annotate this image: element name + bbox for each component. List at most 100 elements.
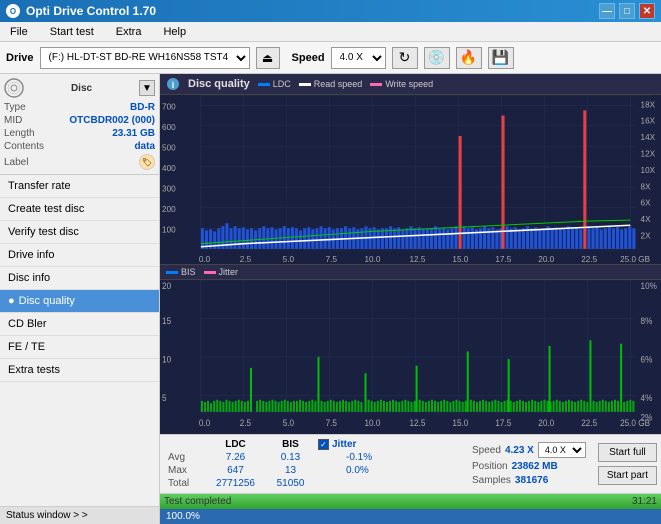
disc-section-label: Disc [71,83,92,94]
svg-text:12.5: 12.5 [409,418,425,428]
refresh-button[interactable]: ↻ [392,47,418,69]
speed-label: Speed [292,52,325,64]
jitter-checkbox[interactable]: ✓ [318,439,329,450]
menu-help[interactable]: Help [157,24,192,40]
minimize-button[interactable]: — [599,3,615,19]
avg-label: Avg [168,452,208,463]
ldc-color-swatch [258,83,270,86]
status-window-button[interactable]: Status window > > [0,506,159,524]
drive-label: Drive [6,52,34,64]
disc-info-panel: Disc ▼ Type BD-R MID OTCBDR002 (000) Len… [0,74,159,175]
disc-contents-row: Contents data [4,141,155,152]
length-value: 23.31 GB [112,128,155,139]
speed-stat-value: 4.23 X [505,445,534,456]
svg-text:5.0: 5.0 [283,418,295,428]
drive-select[interactable]: (F:) HL-DT-ST BD-RE WH16NS58 TST4 [40,47,250,69]
svg-text:7.5: 7.5 [326,418,338,428]
nav-extra-tests[interactable]: Extra tests [0,359,159,382]
title-bar: O Opti Drive Control 1.70 — □ ✕ [0,0,661,22]
speed-select[interactable]: 4.0 X [331,47,386,69]
disc-icon-btn[interactable]: 💿 [424,47,450,69]
samples-value: 381676 [515,475,548,486]
charts-container: 700 600 500 400 300 200 100 18X 16X 14X … [160,95,661,524]
speed-select-control[interactable]: 4.0 X [538,442,586,458]
svg-text:700: 700 [162,102,176,111]
maximize-button[interactable]: □ [619,3,635,19]
svg-text:20: 20 [162,281,171,291]
contents-label: Contents [4,141,44,152]
length-label: Length [4,128,35,139]
label-icon[interactable]: 🏷 [139,154,155,170]
position-label: Position [472,461,508,472]
nav-drive-info[interactable]: Drive info [0,244,159,267]
nav-cd-bler[interactable]: CD Bler [0,313,159,336]
avg-ldc: 7.26 [208,452,263,463]
left-panel: Disc ▼ Type BD-R MID OTCBDR002 (000) Len… [0,74,160,524]
svg-text:15: 15 [162,316,171,326]
svg-text:4%: 4% [641,393,653,403]
svg-text:6%: 6% [641,354,653,364]
svg-text:14X: 14X [641,133,656,142]
max-ldc: 647 [208,465,263,476]
speed-stats: Speed 4.23 X 4.0 X Position 23862 MB Sam… [464,435,594,493]
menu-start-test[interactable]: Start test [44,24,100,40]
eject-button[interactable]: ⏏ [256,47,280,69]
svg-text:10%: 10% [641,281,658,291]
jitter-header-label: Jitter [332,439,356,450]
menu-file[interactable]: File [4,24,34,40]
header-jitter-wrapper: ✓ Jitter [318,439,398,450]
disc-quality-icon: ● [8,295,15,307]
disc-label-row: Label 🏷 [4,154,155,170]
svg-text:18X: 18X [641,100,656,109]
chart-header-icon: i [166,77,180,91]
drive-info-label: Drive info [8,249,54,261]
svg-text:600: 600 [162,123,176,132]
ldc-label: LDC [273,79,291,89]
top-chart-section: 700 600 500 400 300 200 100 18X 16X 14X … [160,95,661,264]
save-button[interactable]: 💾 [488,47,514,69]
close-button[interactable]: ✕ [639,3,655,19]
title-bar-controls[interactable]: — □ ✕ [599,3,655,19]
progress-percent: 100.0% [166,511,200,522]
bis-legend: BIS Jitter [166,267,238,277]
legend-ldc: LDC [258,79,291,89]
svg-text:100: 100 [162,225,176,234]
disc-expand-button[interactable]: ▼ [139,80,155,96]
nav-create-test-disc[interactable]: Create test disc [0,198,159,221]
svg-text:200: 200 [162,205,176,214]
nav-disc-quality[interactable]: ● Disc quality [0,290,159,313]
max-bis: 13 [263,465,318,476]
svg-text:5: 5 [162,393,167,403]
svg-text:2.5: 2.5 [240,255,252,264]
nav-disc-info[interactable]: Disc info [0,267,159,290]
max-label: Max [168,465,208,476]
bis-color-swatch [166,271,178,274]
svg-text:500: 500 [162,143,176,152]
svg-text:0.0: 0.0 [199,418,211,428]
write-color-swatch [370,83,382,86]
cd-bler-label: CD Bler [8,318,47,330]
bottom-chart-section: 20 15 10 5 10% 8% 6% 4% 2% [160,280,661,434]
nav-verify-test-disc[interactable]: Verify test disc [0,221,159,244]
burn-icon-btn[interactable]: 🔥 [456,47,482,69]
total-ldc: 2771256 [208,478,263,489]
svg-text:20.0: 20.0 [538,418,554,428]
total-jitter-empty [318,478,398,489]
start-full-button[interactable]: Start full [598,443,657,462]
legend-bis: BIS [166,267,196,277]
svg-text:20.0: 20.0 [538,255,554,264]
svg-text:25.0 GB: 25.0 GB [620,418,650,428]
start-part-button[interactable]: Start part [598,466,657,485]
svg-text:400: 400 [162,164,176,173]
svg-text:22.5: 22.5 [581,255,597,264]
svg-text:5.0: 5.0 [283,255,295,264]
contents-value: data [134,141,155,152]
svg-text:0.0: 0.0 [199,255,211,264]
type-label: Type [4,102,26,113]
jitter-color-swatch [204,271,216,274]
samples-label: Samples [472,475,511,486]
menu-extra[interactable]: Extra [110,24,148,40]
nav-fe-te[interactable]: FE / TE [0,336,159,359]
fe-te-label: FE / TE [8,341,45,353]
nav-transfer-rate[interactable]: Transfer rate [0,175,159,198]
